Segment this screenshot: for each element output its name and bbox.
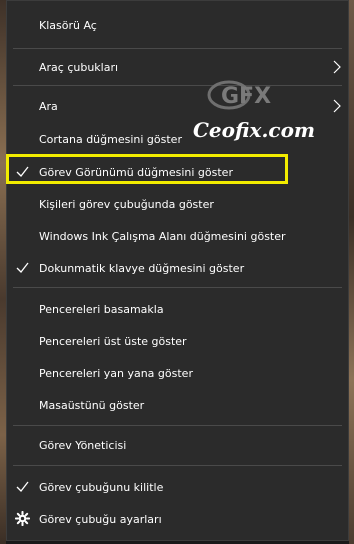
menu-item-label: Kişileri görev çubuğunda göster (39, 197, 214, 211)
menu-item-label: Pencereleri basamakla (39, 302, 164, 316)
menu-item-cascade-windows[interactable]: Pencereleri basamakla (7, 295, 348, 323)
menu-item-label: Görev Yöneticisi (39, 438, 127, 452)
menu-separator (13, 425, 342, 426)
menu-item-label: Pencereleri üst üste göster (39, 334, 187, 348)
gear-icon (15, 511, 30, 526)
menu-item-label: Cortana düğmesini göster (39, 132, 182, 146)
watermark-text: Ceofix.com (193, 118, 316, 142)
menu-item-label: Dokunmatik klavye düğmesini göster (39, 261, 245, 275)
menu-item-label: Masaüstünü göster (39, 398, 145, 412)
menu-separator (13, 48, 342, 49)
chevron-right-icon (333, 60, 341, 74)
menu-item-label: Pencereleri yan yana göster (39, 366, 193, 380)
menu-separator (13, 465, 342, 466)
taskbar-context-menu: Klasörü Aç Araç çubukları Ara Cortana dü… (6, 0, 349, 541)
menu-item-label: Ara (39, 99, 58, 113)
menu-separator (13, 287, 342, 288)
menu-item-show-windows-side-by-side[interactable]: Pencereleri yan yana göster (7, 359, 348, 387)
chevron-right-icon (333, 99, 341, 113)
check-icon (16, 262, 29, 273)
menu-item-show-touch-keyboard-button[interactable]: Dokunmatik klavye düğmesini göster (7, 254, 348, 282)
menu-item-show-windows-stacked[interactable]: Pencereleri üst üste göster (7, 327, 348, 355)
menu-item-label: Araç çubukları (39, 60, 119, 74)
menu-item-show-people-on-taskbar[interactable]: Kişileri görev çubuğunda göster (7, 190, 348, 218)
menu-item-task-manager[interactable]: Görev Yöneticisi (7, 431, 348, 459)
svg-text:GFX: GFX (221, 84, 271, 109)
menu-item-show-desktop[interactable]: Masaüstünü göster (7, 391, 348, 419)
menu-item-lock-taskbar[interactable]: Görev çubuğunu kilitle (7, 473, 348, 501)
menu-item-label: Klasörü Aç (39, 18, 97, 32)
menu-item-open-folder[interactable]: Klasörü Aç (7, 11, 348, 39)
menu-item-label: Windows Ink Çalışma Alanı düğmesini göst… (39, 229, 286, 243)
menu-item-taskbar-settings[interactable]: Görev çubuğu ayarları (7, 505, 348, 533)
check-icon (16, 481, 29, 492)
menu-item-show-windows-ink-button[interactable]: Windows Ink Çalışma Alanı düğmesini göst… (7, 222, 348, 250)
highlight-annotation (6, 154, 288, 184)
menu-item-label: Görev çubuğu ayarları (39, 512, 162, 526)
watermark-logo: GFX (207, 80, 271, 110)
menu-item-label: Görev çubuğunu kilitle (39, 480, 164, 494)
